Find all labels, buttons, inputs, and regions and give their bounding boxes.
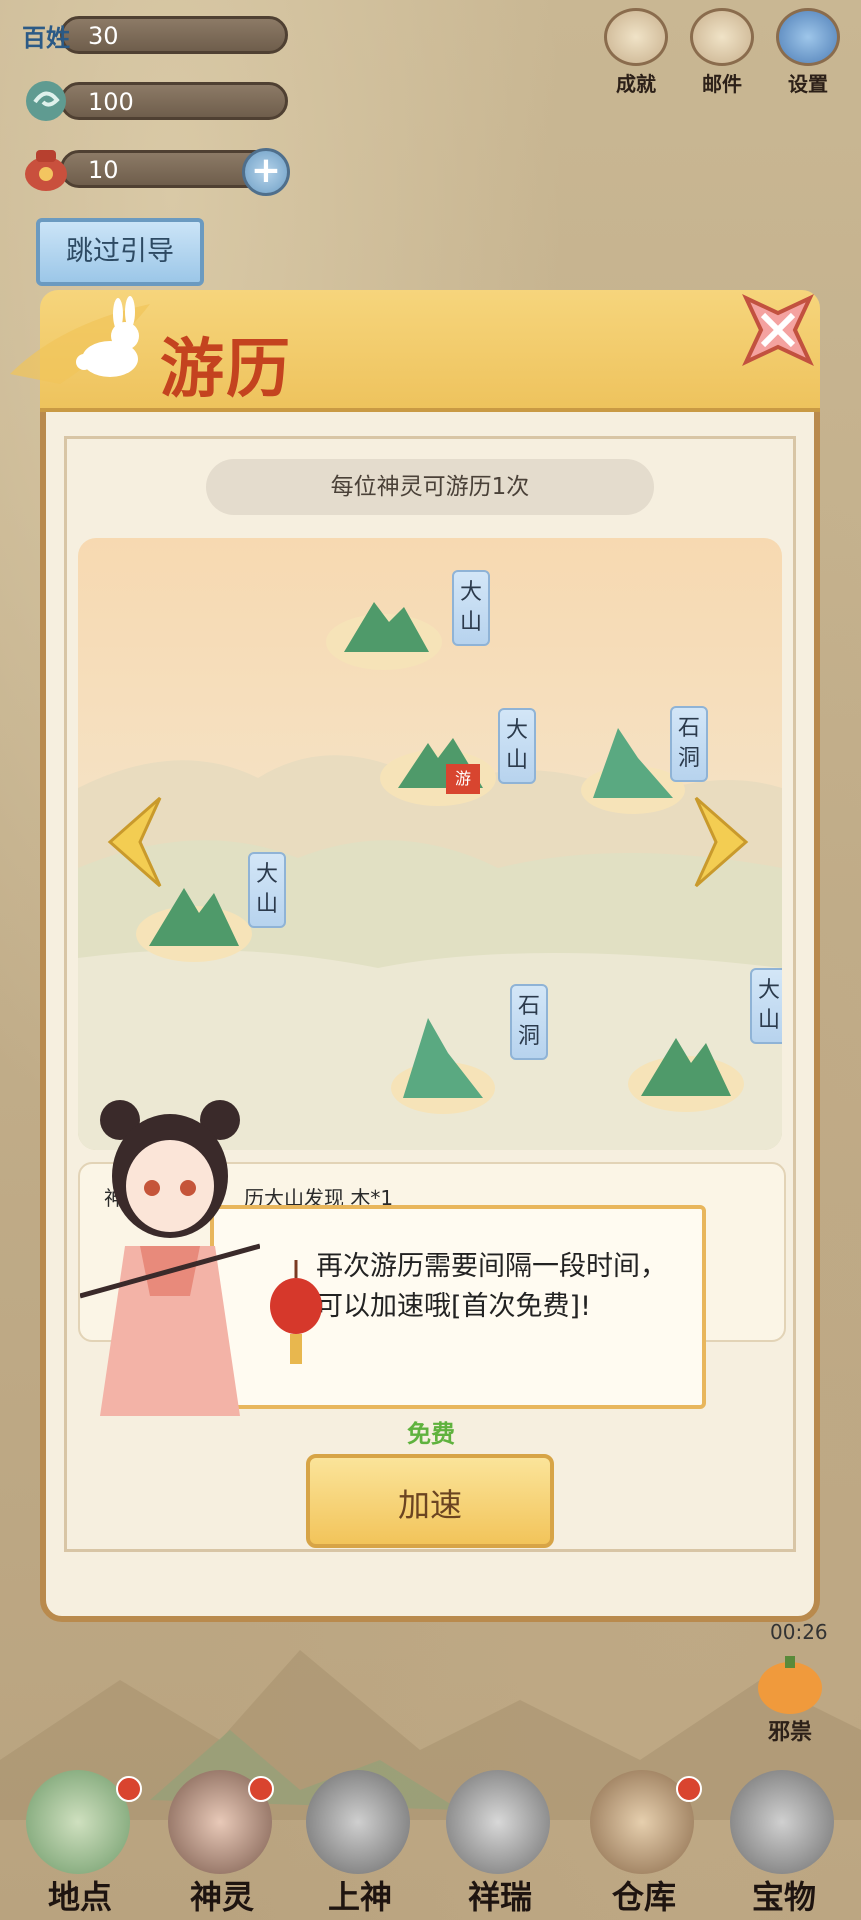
location-label: 石洞: [510, 984, 548, 1060]
nav-warehouse[interactable]: 仓库: [584, 1770, 704, 1920]
travel-map: 大山 游 大山 石洞 大山 石洞 大山: [78, 538, 782, 1150]
evil-label: 邪祟: [767, 1720, 812, 1745]
speed-up-label: 加速: [397, 1486, 462, 1524]
achievement-label: 成就: [616, 72, 656, 96]
gear-icon: [776, 8, 840, 66]
speed-up-button[interactable]: 加速: [306, 1454, 554, 1548]
location-label: 大山: [498, 708, 536, 784]
location-label: 大山: [750, 968, 782, 1044]
scroll-icon: [604, 8, 668, 66]
nav-label: 祥瑞: [467, 1878, 532, 1916]
swirl-icon: [20, 78, 72, 124]
people-value: 30: [88, 22, 119, 50]
upper-deity-icon: [306, 1770, 410, 1874]
add-coin-button[interactable]: +: [242, 148, 290, 196]
timer: 00:26: [770, 1620, 828, 1644]
nav-deity[interactable]: 神灵: [162, 1770, 282, 1920]
nav-label: 上神: [327, 1878, 392, 1916]
travel-flag-icon: 游: [446, 764, 480, 794]
location-cave[interactable]: [388, 1008, 498, 1122]
nav-label: 宝物: [751, 1878, 816, 1916]
coin-bag-icon: [20, 146, 72, 192]
nav-label: 地点: [47, 1878, 112, 1916]
settings-button[interactable]: 设置: [770, 8, 846, 96]
notification-dot: [676, 1776, 702, 1802]
travel-notice: 每位神灵可游历1次: [206, 459, 654, 515]
guide-character: [80, 1100, 260, 1416]
nav-treasure[interactable]: 宝物: [724, 1770, 844, 1920]
location-label: 大山: [248, 852, 286, 928]
achievement-button[interactable]: 成就: [598, 8, 674, 96]
spirit-value: 100: [88, 88, 134, 116]
free-label: 免费: [407, 1420, 455, 1448]
beast-icon: [446, 1770, 550, 1874]
location-label: 石洞: [670, 706, 708, 782]
notification-dot: [248, 1776, 274, 1802]
lantern-icon: [270, 1260, 322, 1364]
pumpkin-icon: [758, 1656, 822, 1714]
close-icon[interactable]: [728, 280, 828, 380]
mail-button[interactable]: 邮件: [684, 8, 760, 96]
coin-value: 10: [88, 156, 119, 184]
nav-auspicious[interactable]: 祥瑞: [440, 1770, 560, 1920]
settings-label: 设置: [788, 72, 828, 96]
mail-label: 邮件: [702, 72, 742, 96]
notification-dot: [116, 1776, 142, 1802]
panel-title: 游历: [160, 332, 292, 407]
guide-dialog-text: 再次游历需要间隔一段时间，可以加速哦[首次免费]!: [316, 1251, 667, 1322]
location-mountain[interactable]: [324, 582, 444, 676]
mountain-icon: [26, 1770, 130, 1874]
left-arrow-icon[interactable]: [100, 794, 164, 890]
evil-button[interactable]: 邪祟: [752, 1650, 828, 1745]
nav-upper-deity[interactable]: 上神: [300, 1770, 420, 1920]
people-label: 百姓: [22, 22, 70, 52]
location-mountain-current[interactable]: [378, 718, 498, 812]
people-icon: 百姓: [20, 12, 72, 58]
mail-icon: [690, 8, 754, 66]
nav-label: 神灵: [189, 1878, 254, 1916]
nav-label: 仓库: [611, 1878, 676, 1916]
treasure-icon: [730, 1770, 834, 1874]
location-mountain[interactable]: [626, 1018, 746, 1122]
nav-location[interactable]: 地点: [20, 1770, 142, 1920]
right-arrow-icon[interactable]: [692, 794, 756, 890]
location-label: 大山: [452, 570, 490, 646]
